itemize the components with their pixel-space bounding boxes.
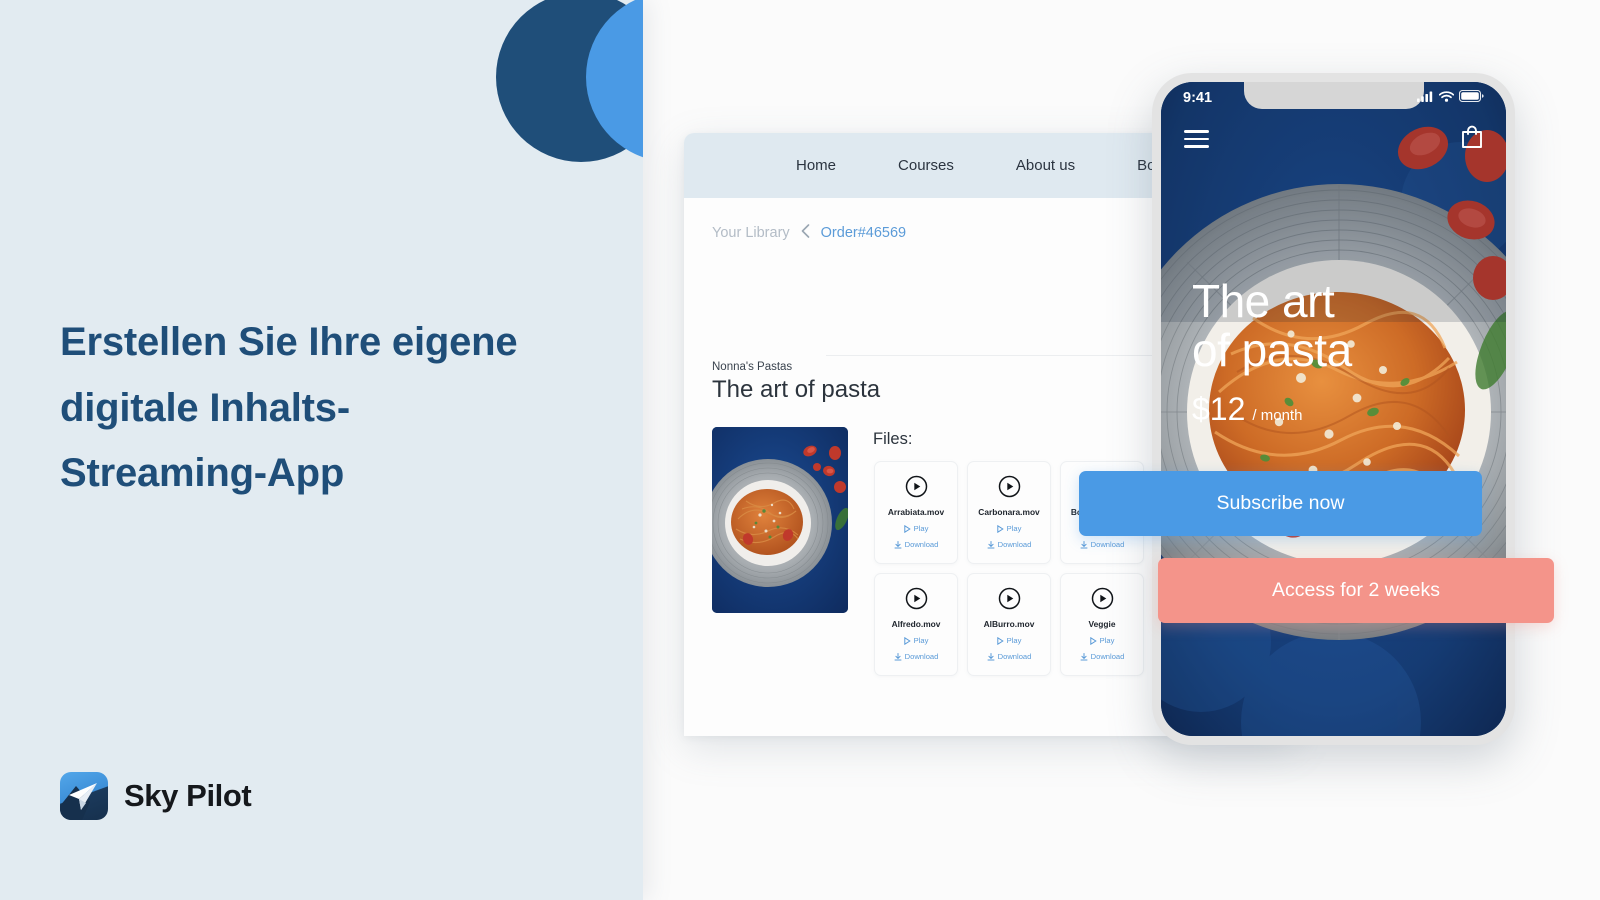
- file-download-label: Download: [997, 652, 1032, 661]
- page-title: Erstellen Sie Ihre eigene digitale Inhal…: [60, 320, 518, 496]
- files-label: Files:: [873, 430, 913, 448]
- file-play-action[interactable]: Play: [996, 524, 1022, 533]
- phone-screen: 9:41 The art of pasta $12 / month: [1161, 82, 1506, 736]
- subscribe-now-button[interactable]: Subscribe now: [1079, 471, 1482, 536]
- wifi-icon: [1438, 89, 1455, 107]
- file-name: Alfredo.mov: [891, 619, 941, 629]
- file-card[interactable]: AlBurro.mov Play Download: [967, 573, 1051, 676]
- file-play-label: Play: [913, 524, 929, 533]
- file-play-label: Play: [1006, 524, 1022, 533]
- phone-hero-title-line2: of pasta: [1192, 323, 1352, 376]
- play-circle-icon: [905, 587, 928, 610]
- phone-price-period: / month: [1252, 406, 1303, 424]
- breadcrumb-current[interactable]: Order#46569: [821, 225, 906, 241]
- nav-item-about-us[interactable]: About us: [1016, 157, 1075, 174]
- file-download-action[interactable]: Download: [987, 652, 1032, 661]
- file-name: AlBurro.mov: [983, 619, 1035, 629]
- status-time: 9:41: [1183, 90, 1213, 106]
- file-download-label: Download: [904, 652, 939, 661]
- status-icons: [1417, 89, 1484, 107]
- product-title: The art of pasta: [712, 376, 881, 403]
- file-download-action[interactable]: Download: [1080, 540, 1125, 549]
- slide-canvas: Home Courses About us Books Your Library…: [0, 0, 1600, 900]
- file-name: Veggie: [1088, 619, 1116, 629]
- file-name: Arrabiata.mov: [887, 507, 945, 517]
- brand-name: Sky Pilot: [124, 778, 252, 813]
- battery-full-icon: [1458, 89, 1484, 107]
- phone-price-row: $12 / month: [1192, 391, 1352, 428]
- product-brand: Nonna's Pastas: [712, 361, 793, 373]
- phone-hero-title-line1: The art: [1192, 275, 1335, 327]
- paper-plane-icon: [60, 772, 108, 820]
- nav-item-courses[interactable]: Courses: [898, 157, 954, 174]
- file-card[interactable]: Alfredo.mov Play Download: [874, 573, 958, 676]
- file-play-action[interactable]: Play: [903, 636, 929, 645]
- chevron-left-icon: [801, 224, 810, 242]
- file-play-action[interactable]: Play: [1089, 636, 1115, 645]
- file-name: Carbonara.mov: [978, 507, 1040, 517]
- breadcrumb-parent[interactable]: Your Library: [712, 225, 790, 241]
- file-download-label: Download: [997, 540, 1032, 549]
- play-circle-icon: [998, 587, 1021, 610]
- file-play-label: Play: [1006, 636, 1022, 645]
- play-circle-icon: [998, 475, 1021, 498]
- file-card[interactable]: Arrabiata.mov Play Download: [874, 461, 958, 564]
- phone-price: $12: [1192, 390, 1246, 427]
- hamburger-menu-icon[interactable]: [1184, 130, 1209, 148]
- product-thumbnail: [712, 427, 848, 613]
- left-content-panel: Erstellen Sie Ihre eigene digitale Inhal…: [0, 0, 643, 900]
- file-download-action[interactable]: Download: [894, 540, 939, 549]
- file-play-action[interactable]: Play: [903, 524, 929, 533]
- shopping-bag-icon[interactable]: [1461, 125, 1483, 154]
- play-circle-icon: [905, 475, 928, 498]
- file-play-label: Play: [1099, 636, 1115, 645]
- file-download-action[interactable]: Download: [894, 652, 939, 661]
- file-download-action[interactable]: Download: [987, 540, 1032, 549]
- nav-item-home[interactable]: Home: [796, 157, 836, 174]
- phone-status-bar: 9:41: [1161, 82, 1506, 114]
- file-download-label: Download: [1090, 652, 1125, 661]
- file-download-label: Download: [1090, 540, 1125, 549]
- file-card[interactable]: Carbonara.mov Play Download: [967, 461, 1051, 564]
- brand-logo: Sky Pilot: [60, 772, 252, 820]
- file-play-label: Play: [913, 636, 929, 645]
- phone-hero-content: The art of pasta $12 / month: [1192, 277, 1352, 428]
- file-card[interactable]: Veggie Play Download: [1060, 573, 1144, 676]
- file-play-action[interactable]: Play: [996, 636, 1022, 645]
- file-download-action[interactable]: Download: [1080, 652, 1125, 661]
- file-download-label: Download: [904, 540, 939, 549]
- phone-app-bar: [1161, 119, 1506, 159]
- cellular-signal-icon: [1417, 89, 1434, 107]
- play-circle-icon: [1091, 587, 1114, 610]
- access-for-2-weeks-button[interactable]: Access for 2 weeks: [1158, 558, 1554, 623]
- phone-mockup: 9:41 The art of pasta $12 / month Subscr…: [1079, 73, 1554, 745]
